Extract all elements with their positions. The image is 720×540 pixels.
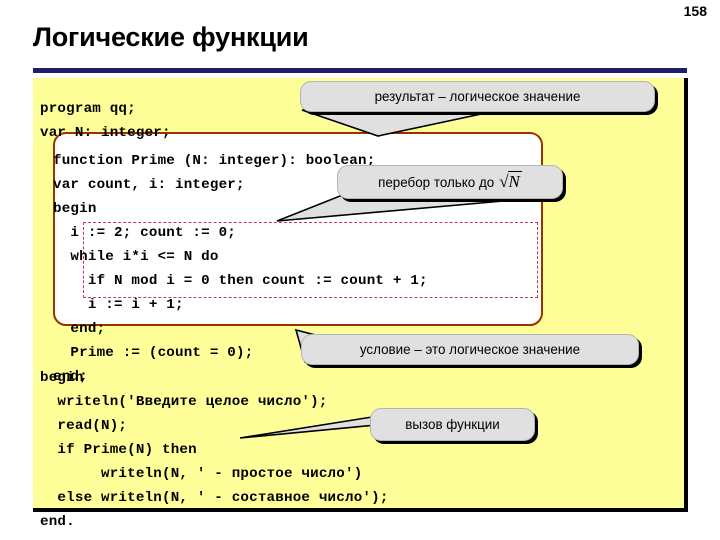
code-main-body: begin writeln('Введите целое число'); re… (40, 370, 389, 531)
callout-sqrt-limit: перебор только до √N (337, 165, 563, 199)
sqrt-icon: √N (499, 171, 522, 192)
callout-condition: условие – это логическое значение (301, 334, 639, 365)
page-number: 158 (683, 3, 707, 19)
callout-sqrt-text: перебор только до (378, 174, 495, 190)
code-header: program qq; var N: integer; (40, 101, 171, 142)
sqrt-radicand: N (507, 171, 522, 191)
title-divider (33, 68, 687, 73)
callout-function-call: вызов функции (370, 408, 535, 441)
page-title: Логические функции (33, 22, 309, 52)
callout-result: результат – логическое значение (300, 81, 655, 112)
